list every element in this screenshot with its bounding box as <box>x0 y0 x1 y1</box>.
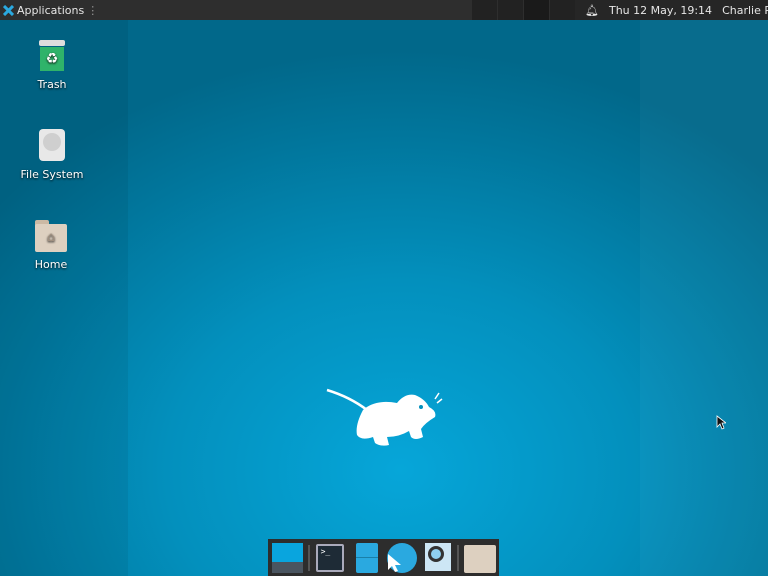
workspace-4[interactable] <box>550 0 575 20</box>
terminal-icon: >_ <box>315 543 345 572</box>
hard-drive-icon <box>36 128 68 164</box>
dock-separator <box>457 544 460 571</box>
terminal-button[interactable]: >_ <box>315 543 346 573</box>
wallpaper-band <box>0 20 128 576</box>
workspace-3[interactable] <box>524 0 549 20</box>
top-panel: Applications ⋮ 🔔︎ Thu 12 May, 19:14 Char… <box>0 0 768 20</box>
mouse-cursor-icon <box>716 415 726 430</box>
notification-bell-icon[interactable]: 🔔︎ <box>585 4 599 17</box>
dock: >_ <box>268 539 499 576</box>
desktop-icon-file-system[interactable]: File System <box>12 128 92 181</box>
dock-separator <box>307 544 310 571</box>
web-browser-button[interactable] <box>386 542 417 573</box>
wallpaper-band <box>640 20 768 576</box>
xfce-logo-icon <box>3 4 14 16</box>
menu-handle-icon: ⋮ <box>87 3 99 17</box>
trash-icon: ♻ <box>36 38 68 74</box>
user-menu[interactable]: Charlie Root <box>722 4 768 17</box>
home-folder-icon: ⌂ <box>35 218 67 254</box>
xfce-mouse-logo <box>326 388 443 446</box>
home-folder-button[interactable] <box>464 543 497 573</box>
folder-icon <box>464 544 497 573</box>
file-system-label: File System <box>20 168 84 181</box>
cursor-arrow-icon <box>387 553 401 572</box>
applications-menu-button[interactable]: Applications ⋮ <box>0 0 101 20</box>
applications-label: Applications <box>17 3 85 17</box>
file-manager-button[interactable] <box>350 542 381 573</box>
clock[interactable]: Thu 12 May, 19:14 <box>609 4 712 17</box>
home-label: Home <box>34 258 68 271</box>
file-cabinet-icon <box>356 542 379 573</box>
app-finder-button[interactable] <box>422 542 453 573</box>
desktop-icon-home[interactable]: ⌂ Home <box>11 218 91 271</box>
workspace-1[interactable] <box>472 0 497 20</box>
magnifier-icon <box>424 542 451 571</box>
show-desktop-button[interactable] <box>272 542 303 573</box>
desktop-icon-trash[interactable]: ♻ Trash <box>12 38 92 91</box>
trash-label: Trash <box>37 78 67 91</box>
workspace-2[interactable] <box>498 0 523 20</box>
